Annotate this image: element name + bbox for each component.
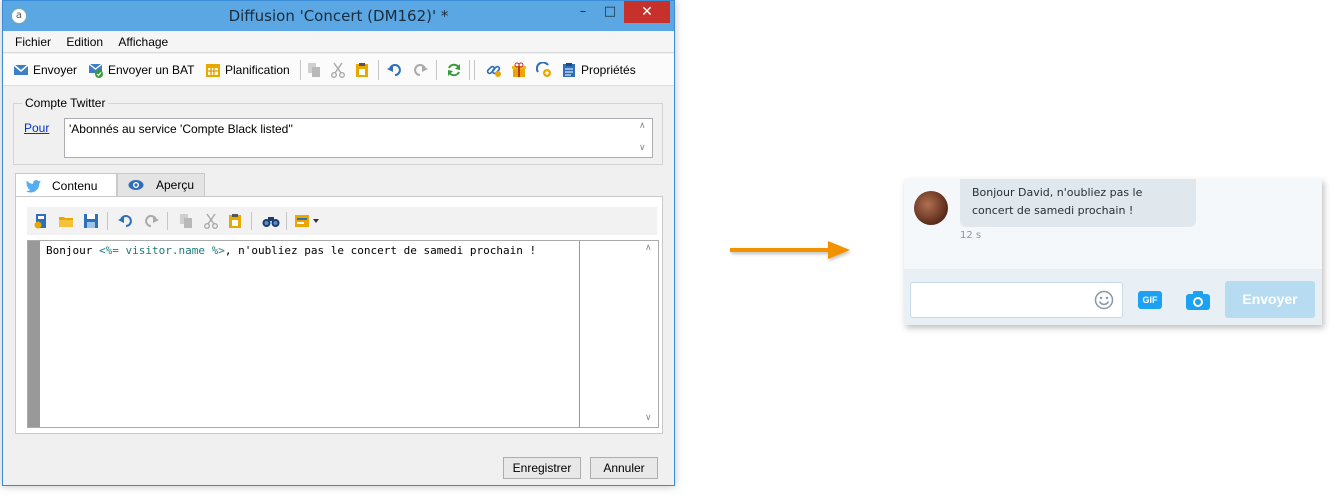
message-text-start: Bonjour <box>46 244 99 257</box>
schedule-button[interactable]: Planification <box>205 61 290 79</box>
to-value: 'Abonnés au service 'Compte Black listed… <box>69 122 293 136</box>
twitter-account-label: Compte Twitter <box>22 96 109 110</box>
link-button[interactable] <box>486 61 506 79</box>
menu-edition[interactable]: Edition <box>66 31 103 49</box>
editor-scrollbar[interactable]: ∧ ∨ <box>642 241 658 427</box>
gift-button[interactable] <box>511 61 531 79</box>
menu-fichier[interactable]: Fichier <box>15 31 51 49</box>
menu-affichage[interactable]: Affichage <box>118 31 168 49</box>
tab-contenu-label: Contenu <box>52 179 98 193</box>
message-text-end: , n'oubliez pas le concert de samedi pro… <box>224 244 537 257</box>
send-label: Envoyer <box>33 63 78 77</box>
cut-button[interactable] <box>330 61 350 79</box>
save-disk-icon[interactable] <box>83 213 99 229</box>
toolbar-separator <box>378 60 379 80</box>
scissors-icon[interactable] <box>203 213 219 229</box>
gif-button[interactable]: GIF <box>1138 291 1162 309</box>
send-button[interactable]: Envoyer <box>1225 281 1315 318</box>
gift-icon <box>511 62 527 78</box>
properties-label: Propriétés <box>581 63 636 77</box>
scissors-icon <box>330 62 346 78</box>
tab-contenu[interactable]: Contenu <box>15 173 117 198</box>
redo-button[interactable] <box>412 61 432 79</box>
copy-button[interactable] <box>306 61 326 79</box>
camera-icon[interactable] <box>1185 289 1211 311</box>
link-icon <box>486 62 502 78</box>
minimize-button[interactable]: – <box>569 1 597 23</box>
properties-button[interactable]: Propriétés <box>561 61 636 79</box>
tab-apercu-label: Aperçu <box>156 178 195 192</box>
to-field-scrollbar[interactable]: ∧ ∨ <box>636 119 652 157</box>
toolbar-separator <box>436 60 437 80</box>
tab-apercu[interactable]: Aperçu <box>117 173 205 197</box>
clipboard-icon <box>354 62 370 78</box>
redo-icon <box>412 62 428 78</box>
undo-button[interactable] <box>387 61 407 79</box>
title-bar[interactable]: a Diffusion 'Concert (DM162)' * – □ ✕ <box>3 1 674 31</box>
tracking-icon <box>536 62 552 78</box>
cancel-button[interactable]: Annuler <box>590 457 658 479</box>
avatar <box>914 191 948 225</box>
message-editor[interactable]: Bonjour <%= visitor.name %>, n'oubliez p… <box>27 240 659 428</box>
menu-bar: Fichier Edition Affichage <box>3 31 674 53</box>
editor-toolbar-separator <box>107 212 108 230</box>
to-field[interactable]: 'Abonnés au service 'Compte Black listed… <box>64 118 653 158</box>
to-link[interactable]: Pour <box>24 121 49 135</box>
send-proof-button[interactable]: Envoyer un BAT <box>88 61 194 79</box>
new-document-icon[interactable] <box>33 213 49 229</box>
send-proof-label: Envoyer un BAT <box>108 63 195 77</box>
twitter-bird-icon <box>26 178 42 194</box>
message-text: Bonjour <%= visitor.name %>, n'oubliez p… <box>46 244 536 257</box>
personalization-field: <%= visitor.name %> <box>98 244 225 257</box>
refresh-icon <box>446 62 462 78</box>
compose-input[interactable] <box>910 282 1123 318</box>
properties-icon <box>561 62 577 78</box>
compose-bar: GIF Envoyer <box>904 270 1322 325</box>
open-folder-icon[interactable] <box>58 213 74 229</box>
editor-toolbar-separator <box>167 212 168 230</box>
save-button[interactable]: Enregistrer <box>503 457 581 479</box>
track-button[interactable] <box>536 61 556 79</box>
toolbar-separator <box>474 60 475 80</box>
undo-icon <box>387 62 403 78</box>
editor-toolbar <box>27 207 657 235</box>
close-button[interactable]: ✕ <box>624 1 670 23</box>
paste-button[interactable] <box>354 61 374 79</box>
undo-icon[interactable] <box>118 213 134 229</box>
refresh-button[interactable] <box>446 61 466 79</box>
editor-toolbar-separator <box>286 212 287 230</box>
scroll-up-icon[interactable]: ∧ <box>639 121 646 131</box>
arrow-icon <box>728 240 858 273</box>
twitter-dm-preview: Bonjour David, n'oubliez pas le concert … <box>904 179 1322 325</box>
scroll-down-icon[interactable]: ∨ <box>639 143 646 153</box>
content-panel: Bonjour <%= visitor.name %>, n'oubliez p… <box>15 196 663 434</box>
toolbar-separator <box>300 60 301 80</box>
redo-icon[interactable] <box>143 213 159 229</box>
editor-margin-line <box>579 241 580 427</box>
main-toolbar: Envoyer Envoyer un BAT Planification Pro… <box>3 54 674 86</box>
editor-gutter <box>28 241 40 427</box>
editor-toolbar-separator <box>251 212 252 230</box>
copy-icon <box>306 62 322 78</box>
copy-icon[interactable] <box>178 213 194 229</box>
clipboard-icon[interactable] <box>227 213 243 229</box>
scroll-down-icon[interactable]: ∨ <box>645 413 652 423</box>
message-time: 12 s <box>960 230 982 241</box>
calendar-icon <box>205 62 221 78</box>
envelope-icon <box>13 62 29 78</box>
binoculars-icon[interactable] <box>262 213 280 229</box>
send-button[interactable]: Envoyer <box>13 61 77 79</box>
toolbar-separator <box>469 60 470 80</box>
message-bubble: Bonjour David, n'oubliez pas le concert … <box>960 179 1196 227</box>
schedule-label: Planification <box>225 63 290 77</box>
scroll-up-icon[interactable]: ∧ <box>645 243 652 253</box>
twitter-account-group: Compte Twitter Pour 'Abonnés au service … <box>13 96 663 165</box>
envelope-check-icon <box>88 62 104 78</box>
insert-field-dropdown[interactable] <box>294 213 322 229</box>
emoji-icon[interactable] <box>1094 290 1114 310</box>
campaign-window: a Diffusion 'Concert (DM162)' * – □ ✕ Fi… <box>2 0 675 486</box>
maximize-button[interactable]: □ <box>596 1 624 23</box>
eye-icon <box>128 177 144 193</box>
